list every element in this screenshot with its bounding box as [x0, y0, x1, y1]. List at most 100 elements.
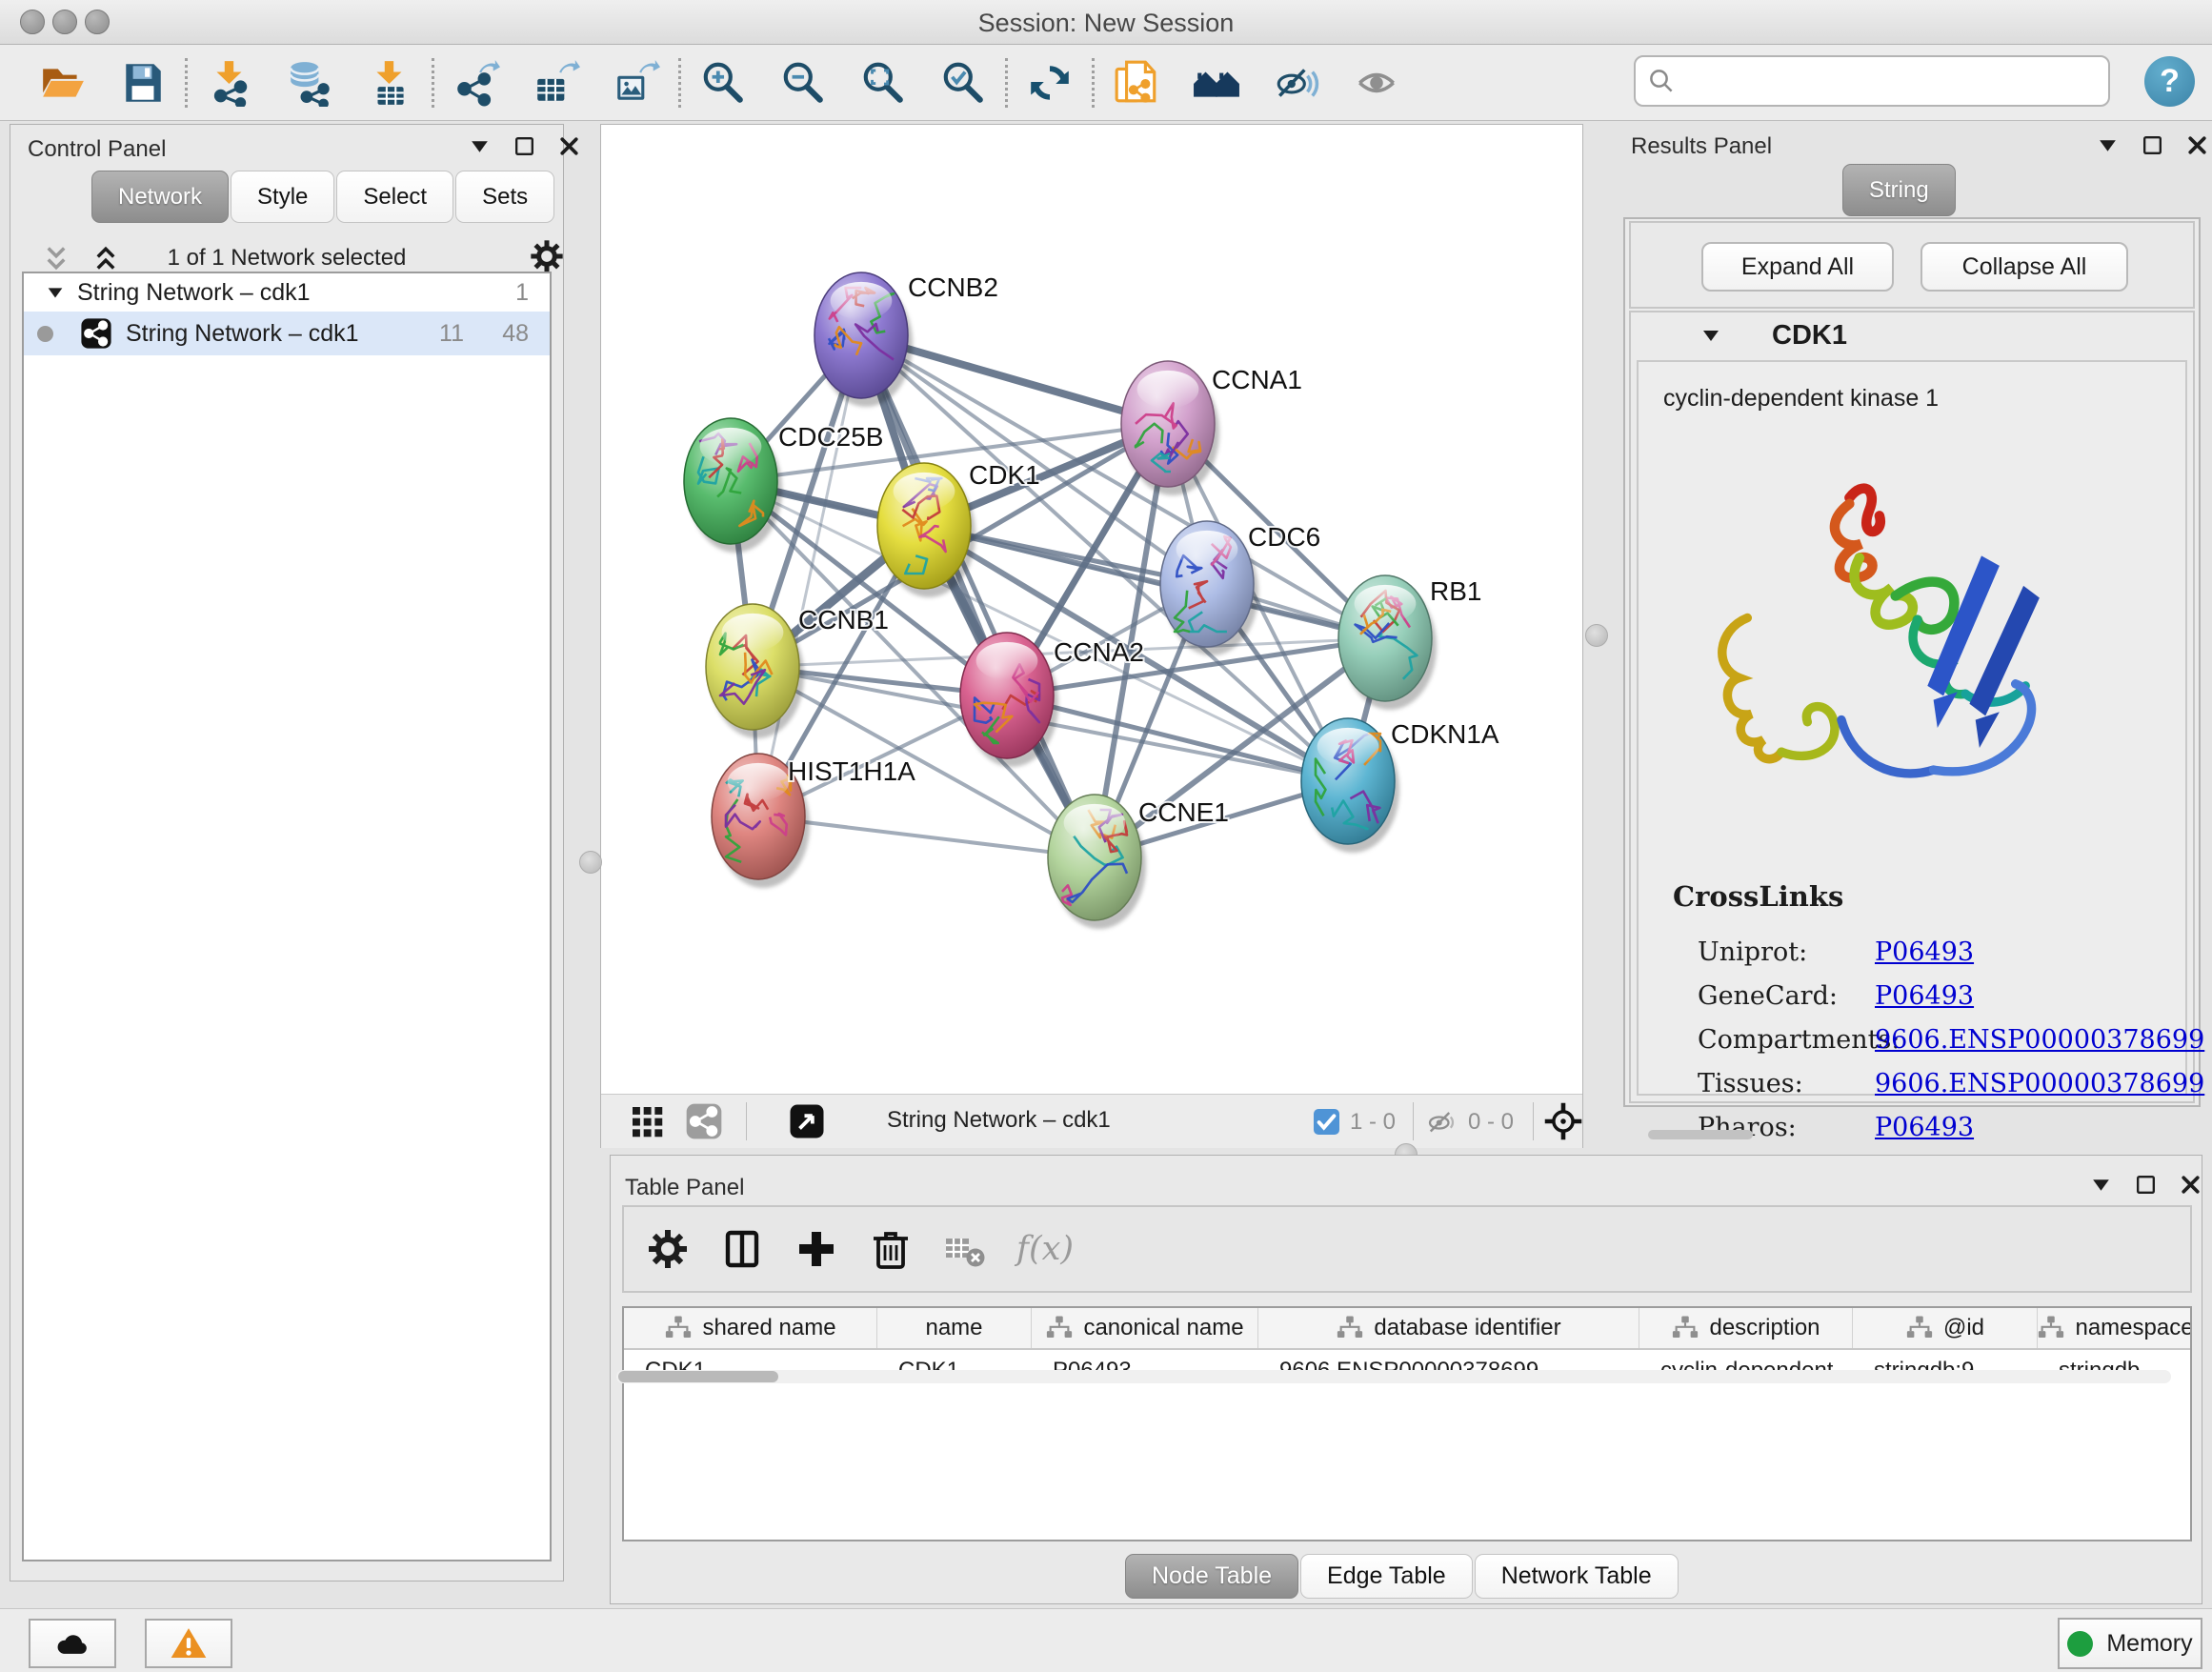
- table-hscroll-thumb[interactable]: [618, 1371, 778, 1382]
- crosslink-link[interactable]: P06493: [1875, 937, 1974, 967]
- import-database-button[interactable]: [285, 58, 334, 108]
- export-table-button[interactable]: [532, 58, 581, 108]
- birds-eye-view-icon[interactable]: [788, 1102, 826, 1140]
- tab-string[interactable]: String: [1842, 164, 1956, 216]
- network-node-HIST1H1A[interactable]: HIST1H1A: [712, 754, 915, 888]
- network-collection-row[interactable]: String Network – cdk1 1: [24, 273, 550, 312]
- gene-section: CDK1 cyclin-dependent kinase 1: [1629, 311, 2195, 1103]
- tab-style[interactable]: Style: [231, 171, 334, 223]
- crosslink-link[interactable]: P06493: [1875, 981, 1974, 1011]
- add-column-icon[interactable]: [794, 1226, 839, 1272]
- collapse-all-button[interactable]: Collapse All: [1920, 242, 2128, 292]
- grid-view-icon[interactable]: [628, 1102, 666, 1140]
- import-network-button[interactable]: [205, 58, 254, 108]
- tab-edge-table[interactable]: Edge Table: [1300, 1554, 1473, 1599]
- float-panel-icon[interactable]: [2141, 133, 2164, 157]
- tab-node-table[interactable]: Node Table: [1125, 1554, 1298, 1599]
- selected-nodes-checkbox[interactable]: [1314, 1109, 1339, 1135]
- network-options-gear-icon[interactable]: [528, 237, 566, 275]
- crosslinks-section: CrossLinks Uniprot:P06493GeneCard:P06493…: [1673, 880, 2204, 1149]
- network-row[interactable]: String Network – cdk1 11 48: [24, 312, 550, 355]
- search-box[interactable]: [1634, 55, 2110, 107]
- search-icon: [1647, 67, 1676, 95]
- column-header-name[interactable]: name: [877, 1308, 1032, 1348]
- close-panel-icon[interactable]: [2185, 133, 2209, 157]
- hide-results-button[interactable]: [1272, 58, 1321, 108]
- search-input[interactable]: [1683, 67, 2097, 95]
- column-header-namespace[interactable]: namespace: [2038, 1308, 2192, 1348]
- network-node-CDKN1A[interactable]: CDKN1A: [1301, 718, 1499, 853]
- close-panel-icon[interactable]: [557, 134, 581, 158]
- clone-network-button[interactable]: [1112, 58, 1161, 108]
- collapse-panel-icon[interactable]: [468, 134, 492, 158]
- column-header-canonical-name[interactable]: canonical name: [1032, 1308, 1258, 1348]
- collapse-panel-icon[interactable]: [2096, 133, 2120, 157]
- network-tree: String Network – cdk1 1 String Network –…: [22, 272, 552, 1561]
- crosslink-link[interactable]: 9606.ENSP00000378699: [1875, 1069, 2204, 1098]
- column-label: @id: [1943, 1315, 1984, 1341]
- refresh-view-button[interactable]: [1025, 58, 1075, 108]
- network-canvas[interactable]: CCNB2 CCNA1 CDC25B CDK1 CDC6: [601, 125, 1582, 1094]
- column-header-database-identifier[interactable]: database identifier: [1258, 1308, 1639, 1348]
- gene-section-header[interactable]: CDK1: [1631, 312, 2193, 358]
- crosslink-row: Tissues:9606.ENSP00000378699: [1673, 1061, 2204, 1105]
- left-splitter-handle[interactable]: [579, 851, 602, 874]
- network-node-CCNB1[interactable]: CCNB1: [706, 604, 889, 738]
- collapse-panel-icon[interactable]: [2089, 1173, 2113, 1197]
- tab-sets[interactable]: Sets: [455, 171, 554, 223]
- float-panel-icon[interactable]: [513, 134, 536, 158]
- collection-caret-icon[interactable]: [45, 282, 66, 303]
- export-network-button[interactable]: [452, 58, 501, 108]
- crosslink-row: GeneCard:P06493: [1673, 974, 2204, 1017]
- network-status-dot: [37, 326, 53, 342]
- table-settings-gear-icon[interactable]: [645, 1226, 691, 1272]
- network-node-CCNB2[interactable]: CCNB2: [814, 272, 998, 407]
- crosslink-link[interactable]: P06493: [1875, 1113, 1974, 1142]
- import-table-button[interactable]: [365, 58, 414, 108]
- tab-network[interactable]: Network: [91, 171, 229, 223]
- zoom-out-button[interactable]: [778, 58, 828, 108]
- export-image-button[interactable]: [612, 58, 661, 108]
- network-node-CDK1[interactable]: CDK1: [877, 460, 1040, 597]
- string-home-button[interactable]: [1192, 58, 1241, 108]
- table-hscroll-track[interactable]: [616, 1370, 2171, 1383]
- node-label-CDKN1A: CDKN1A: [1391, 719, 1499, 749]
- close-panel-icon[interactable]: [2179, 1173, 2202, 1197]
- network-node-RB1[interactable]: RB1: [1338, 575, 1481, 710]
- tab-select[interactable]: Select: [336, 171, 453, 223]
- network-view-toolbar: String Network – cdk1 1 - 0 0 - 0: [601, 1094, 1582, 1148]
- open-session-button[interactable]: [38, 58, 88, 108]
- column-header-description[interactable]: description: [1639, 1308, 1853, 1348]
- cloud-status-button[interactable]: [29, 1619, 116, 1668]
- zoom-in-button[interactable]: [698, 58, 748, 108]
- zoom-fit-button[interactable]: [858, 58, 908, 108]
- delete-column-icon[interactable]: [868, 1226, 914, 1272]
- gene-name: CDK1: [1772, 320, 1847, 352]
- crosslink-link[interactable]: 9606.ENSP00000378699: [1875, 1025, 2204, 1055]
- expand-all-button[interactable]: Expand All: [1701, 242, 1894, 292]
- zoom-selected-button[interactable]: [938, 58, 988, 108]
- show-panel-button[interactable]: [1352, 58, 1401, 108]
- warnings-button[interactable]: [145, 1619, 232, 1668]
- network-node-CCNE1[interactable]: CCNE1: [1048, 795, 1229, 929]
- memory-button[interactable]: Memory: [2058, 1618, 2202, 1669]
- float-panel-icon[interactable]: [2134, 1173, 2158, 1197]
- column-type-icon: [2038, 1314, 2065, 1342]
- gene-caret-icon[interactable]: [1699, 324, 1722, 347]
- network-overview-icon[interactable]: [685, 1102, 723, 1140]
- show-columns-icon[interactable]: [719, 1226, 765, 1272]
- network-node-CDC25B[interactable]: CDC25B: [684, 418, 883, 553]
- column-header-id[interactable]: @id: [1853, 1308, 2038, 1348]
- open-session-icon: [39, 59, 87, 107]
- tab-network-table[interactable]: Network Table: [1475, 1554, 1679, 1599]
- column-header-shared-name[interactable]: shared name: [624, 1308, 877, 1348]
- save-session-button[interactable]: [118, 58, 168, 108]
- network-node-CCNA1[interactable]: CCNA1: [1121, 361, 1302, 495]
- help-button[interactable]: ?: [2144, 56, 2195, 107]
- results-hscroll-thumb[interactable]: [1648, 1130, 1753, 1139]
- gene-details-box: cyclin-dependent kinase 1: [1637, 360, 2187, 1096]
- right-splitter-handle[interactable]: [1585, 624, 1608, 647]
- fit-selected-crosshair-icon[interactable]: [1542, 1100, 1584, 1142]
- node-label-CDC6: CDC6: [1248, 522, 1320, 552]
- delete-table-icon: [942, 1226, 988, 1272]
